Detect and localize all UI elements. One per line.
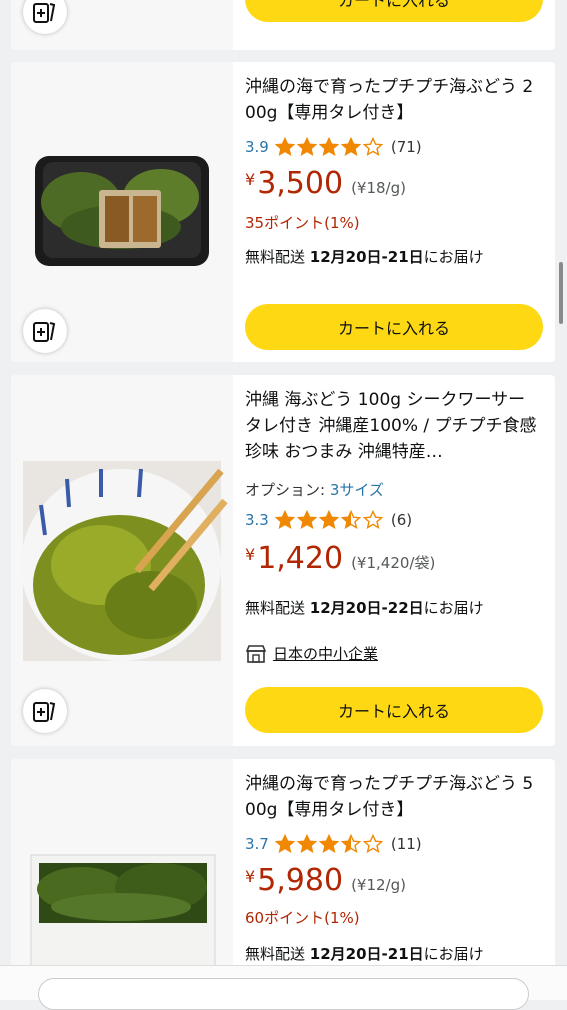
compare-button[interactable] <box>23 309 67 353</box>
storefront-icon <box>245 644 267 663</box>
rating-value: 3.9 <box>245 138 269 156</box>
product-card-partial: カートに入れる <box>11 0 555 50</box>
compare-cards-icon <box>33 702 56 722</box>
bottom-address-pill[interactable] <box>38 978 529 1010</box>
currency-symbol: ¥ <box>245 545 256 564</box>
product-image[interactable] <box>11 759 233 1000</box>
rating-row[interactable]: 3.3 (6) <box>245 509 412 531</box>
option-label: オプション: <box>245 481 330 499</box>
star-full-icon <box>318 510 339 530</box>
delivery-prefix: 無料配送 <box>245 248 306 266</box>
scrollbar[interactable] <box>559 262 563 324</box>
price-row: ¥ 5,980 (¥12/g) <box>245 863 406 899</box>
delivery-date: 12月20日-21日 <box>309 248 424 266</box>
star-full-icon <box>296 510 317 530</box>
star-half-icon <box>340 510 361 530</box>
price-row: ¥ 1,420 (¥1,420/袋) <box>245 541 435 577</box>
delivery-date: 12月20日-22日 <box>309 599 424 617</box>
delivery-info: 無料配送 12月20日-21日にお届け <box>245 246 484 267</box>
add-to-cart-button[interactable]: カートに入れる <box>245 687 543 733</box>
unit-price: (¥1,420/袋) <box>351 554 436 572</box>
star-empty-icon <box>362 834 383 854</box>
rating-value: 3.7 <box>245 835 269 853</box>
star-half-icon <box>340 834 361 854</box>
compare-button[interactable] <box>23 689 67 733</box>
add-to-cart-button[interactable]: カートに入れる <box>245 304 543 350</box>
points: 60ポイント(1%) <box>245 909 360 927</box>
compare-cards-icon <box>33 322 56 342</box>
delivery-suffix: にお届け <box>423 945 484 963</box>
delivery-suffix: にお届け <box>423 599 484 617</box>
price: 5,980 <box>257 863 344 898</box>
rating-value: 3.3 <box>245 511 269 529</box>
currency-symbol: ¥ <box>245 867 256 886</box>
small-business-badge[interactable]: 日本の中小企業 <box>245 643 378 664</box>
review-count: (11) <box>390 835 422 853</box>
umibudo-styrofoam-box-image <box>30 854 216 1000</box>
currency-symbol: ¥ <box>245 170 256 189</box>
delivery-info: 無料配送 12月20日-21日にお届け <box>245 943 484 964</box>
product-card: 沖縄の海で育ったプチプチ海ぶどう 500g【専用タレ付き】 3.7 (11) ¥… <box>11 759 555 1000</box>
price: 3,500 <box>257 166 344 201</box>
option-row[interactable]: オプション: 3サイズ <box>245 479 384 500</box>
unit-price: (¥12/g) <box>351 876 406 894</box>
product-title[interactable]: 沖縄の海で育ったプチプチ海ぶどう 500g【専用タレ付き】 <box>245 771 543 823</box>
points: 35ポイント(1%) <box>245 214 360 232</box>
add-to-cart-button[interactable]: カートに入れる <box>245 0 543 22</box>
price: 1,420 <box>257 541 344 576</box>
price-row: ¥ 3,500 (¥18/g) <box>245 166 406 202</box>
star-empty-icon <box>362 137 383 157</box>
delivery-prefix: 無料配送 <box>245 945 306 963</box>
delivery-info: 無料配送 12月20日-22日にお届け <box>245 597 484 618</box>
delivery-prefix: 無料配送 <box>245 599 306 617</box>
product-title[interactable]: 沖縄の海で育ったプチプチ海ぶどう 200g【専用タレ付き】 <box>245 74 543 126</box>
star-full-icon <box>296 137 317 157</box>
star-full-icon <box>318 834 339 854</box>
unit-price: (¥18/g) <box>351 179 406 197</box>
star-full-icon <box>274 510 295 530</box>
star-full-icon <box>296 834 317 854</box>
bottom-toolbar <box>0 965 567 1010</box>
review-count: (71) <box>390 138 422 156</box>
review-count: (6) <box>390 511 413 529</box>
option-link[interactable]: 3サイズ <box>330 481 384 499</box>
product-card: 沖縄の海で育ったプチプチ海ぶどう 200g【専用タレ付き】 3.9 (71) ¥… <box>11 62 555 362</box>
rating-row[interactable]: 3.7 (11) <box>245 833 422 855</box>
star-full-icon <box>340 137 361 157</box>
delivery-suffix: にお届け <box>423 248 484 266</box>
product-title[interactable]: 沖縄 海ぶどう 100g シークワーサー タレ付き 沖縄産100% / プチプチ… <box>245 387 543 465</box>
compare-cards-icon <box>33 3 56 23</box>
product-card: 沖縄 海ぶどう 100g シークワーサー タレ付き 沖縄産100% / プチプチ… <box>11 375 555 746</box>
star-rating <box>274 834 385 854</box>
badge-label[interactable]: 日本の中小企業 <box>273 643 378 664</box>
star-rating <box>274 137 385 157</box>
star-full-icon <box>274 137 295 157</box>
star-full-icon <box>318 137 339 157</box>
delivery-date: 12月20日-21日 <box>309 945 424 963</box>
star-rating <box>274 510 385 530</box>
star-empty-icon <box>362 510 383 530</box>
star-full-icon <box>274 834 295 854</box>
rating-row[interactable]: 3.9 (71) <box>245 136 422 158</box>
